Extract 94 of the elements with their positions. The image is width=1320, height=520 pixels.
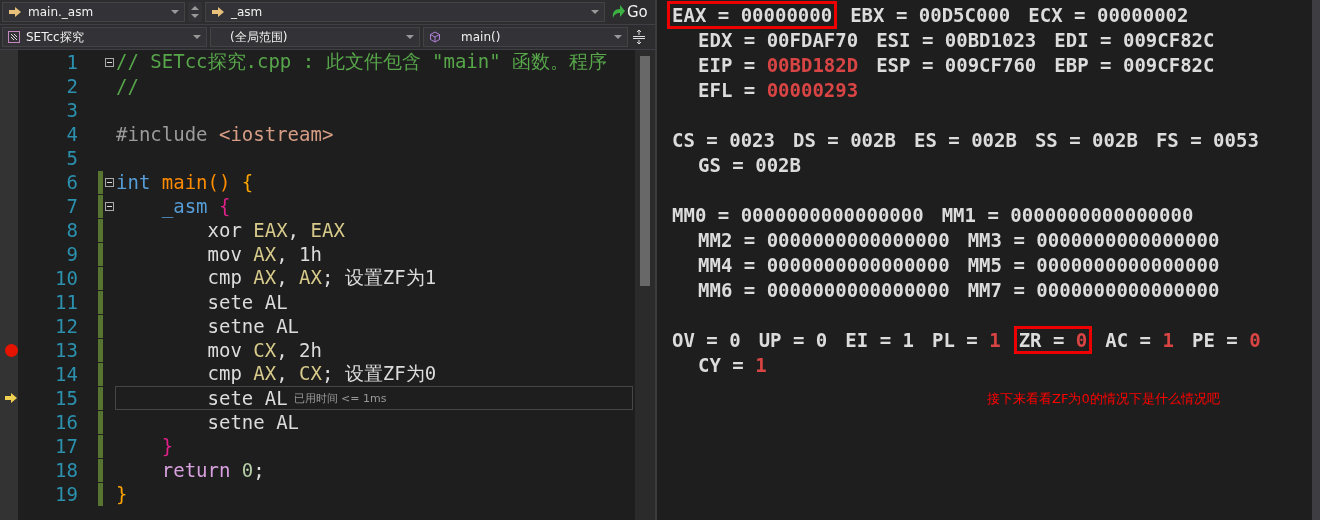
- inline-hint: 已用时间 <= 1ms: [293, 390, 387, 406]
- code-line: setne AL: [207, 315, 300, 337]
- line-number: 7: [65, 195, 78, 217]
- code-line: // SETcc探究.cpp : 此文件包含 "main" 函数。程序: [116, 49, 608, 74]
- register-entry: MM2 = 0000000000000000: [697, 227, 951, 253]
- register-entry: ECX = 00000002: [1027, 2, 1190, 28]
- line-number: 16: [54, 411, 78, 433]
- register-entry: EAX = 00000000: [667, 0, 838, 29]
- collapse-icon[interactable]: [104, 201, 114, 211]
- caret-icon: [171, 10, 179, 14]
- annotation-text: 接下来看看ZF为0的情况下是什么情况吧: [987, 390, 1221, 408]
- register-entry: MM4 = 0000000000000000: [697, 252, 951, 278]
- line-number: 13: [54, 339, 78, 361]
- register-entry: EBX = 00D5C000: [849, 2, 1012, 28]
- register-entry: UP = 0: [757, 327, 829, 353]
- code-line: int main() {: [116, 171, 254, 193]
- code-line: }: [116, 483, 128, 505]
- register-entry: EDX = 00FDAF70: [697, 27, 860, 53]
- register-entry: EI = 1: [844, 327, 915, 353]
- line-number: 2: [65, 75, 78, 97]
- code-line: mov AX, 1h: [207, 243, 322, 265]
- project-dropdown[interactable]: SETcc探究: [2, 27, 207, 47]
- split-icon[interactable]: [633, 30, 645, 44]
- line-number: 1: [65, 51, 78, 73]
- line-number: 12: [54, 315, 78, 337]
- register-entry: OV = 0: [671, 327, 742, 353]
- register-entry: CY = 1: [697, 352, 768, 378]
- code-line: #include <iostream>: [116, 123, 334, 145]
- register-entry: CS = 0023: [671, 127, 776, 153]
- line-number: 15: [54, 387, 78, 409]
- register-entry: AC = 1: [1104, 327, 1175, 353]
- register-entry: SS = 002B: [1033, 127, 1139, 153]
- line-number: 6: [65, 171, 78, 193]
- register-entry: MM6 = 0000000000000000: [697, 277, 951, 303]
- register-entry: MM5 = 0000000000000000: [966, 252, 1221, 278]
- line-number: 11: [54, 291, 78, 313]
- register-entry: PE = 0: [1190, 327, 1262, 353]
- register-entry: EDI = 009CF82C: [1053, 27, 1216, 53]
- code-line: sete AL: [207, 291, 288, 313]
- code-line: return 0;: [161, 459, 265, 481]
- register-entry: DS = 002B: [791, 127, 897, 153]
- arrow-icon: [610, 4, 626, 20]
- code-line: _asm {: [161, 195, 231, 217]
- code-line: mov CX, 2h: [207, 339, 322, 361]
- register-entry: EBP = 009CF82C: [1053, 52, 1216, 78]
- register-entry: EFL = 00000293: [697, 77, 860, 103]
- collapse-icon[interactable]: [104, 177, 114, 187]
- caret-icon: [193, 35, 201, 39]
- line-number: 3: [65, 99, 78, 121]
- scope-dropdown[interactable]: _asm: [205, 2, 605, 22]
- register-entry: MM7 = 0000000000000000: [966, 277, 1221, 303]
- code-line: //: [116, 75, 139, 97]
- line-number: 10: [54, 267, 78, 289]
- code-line: }: [161, 435, 174, 457]
- code-line: cmp AX, CX; 设置ZF为0: [207, 361, 437, 386]
- line-number: 19: [54, 483, 78, 505]
- arrow-icon: [211, 6, 225, 18]
- project-icon: [8, 31, 20, 43]
- go-button[interactable]: Go: [608, 3, 650, 21]
- code-line: xor EAX, EAX: [207, 219, 345, 241]
- register-entry: EIP = 00BD182D: [697, 52, 860, 78]
- arrow-icon: [8, 6, 22, 18]
- register-entry: FS = 0053: [1154, 127, 1260, 153]
- register-entry: ZR = 0: [1013, 325, 1093, 354]
- code-line: sete AL: [207, 387, 288, 409]
- register-entry: ESI = 00BD1023: [875, 27, 1038, 53]
- register-entry: ESP = 009CF760: [875, 52, 1038, 78]
- line-number: 9: [65, 243, 78, 265]
- caret-icon: [614, 35, 622, 39]
- spin-buttons[interactable]: [188, 2, 202, 22]
- collapse-icon[interactable]: [104, 57, 114, 67]
- line-number: 17: [54, 435, 78, 457]
- function-dropdown[interactable]: main(): [423, 27, 628, 47]
- scrollbar[interactable]: [1312, 0, 1320, 520]
- register-entry: MM3 = 0000000000000000: [966, 227, 1221, 253]
- line-number: 8: [65, 219, 78, 241]
- code-line: cmp AX, AX; 设置ZF为1: [207, 265, 437, 290]
- register-entry: GS = 002B: [697, 152, 802, 178]
- caret-icon: [591, 10, 599, 14]
- breakpoint-icon[interactable]: [4, 343, 18, 357]
- scope-dropdown[interactable]: (全局范围): [210, 27, 420, 47]
- code-line: setne AL: [207, 411, 300, 433]
- register-entry: PL = 1: [930, 327, 1002, 353]
- line-number: 4: [65, 123, 78, 145]
- caret-icon: [406, 35, 414, 39]
- cube-icon: [429, 31, 441, 43]
- line-number: 5: [65, 147, 78, 169]
- member-dropdown[interactable]: main._asm: [2, 2, 185, 22]
- scrollbar[interactable]: [635, 50, 655, 520]
- register-entry: MM0 = 0000000000000000: [671, 202, 925, 228]
- register-entry: MM1 = 0000000000000000: [940, 202, 1195, 228]
- line-number: 14: [54, 363, 78, 385]
- register-entry: ES = 002B: [912, 127, 1018, 153]
- line-number: 18: [54, 459, 78, 481]
